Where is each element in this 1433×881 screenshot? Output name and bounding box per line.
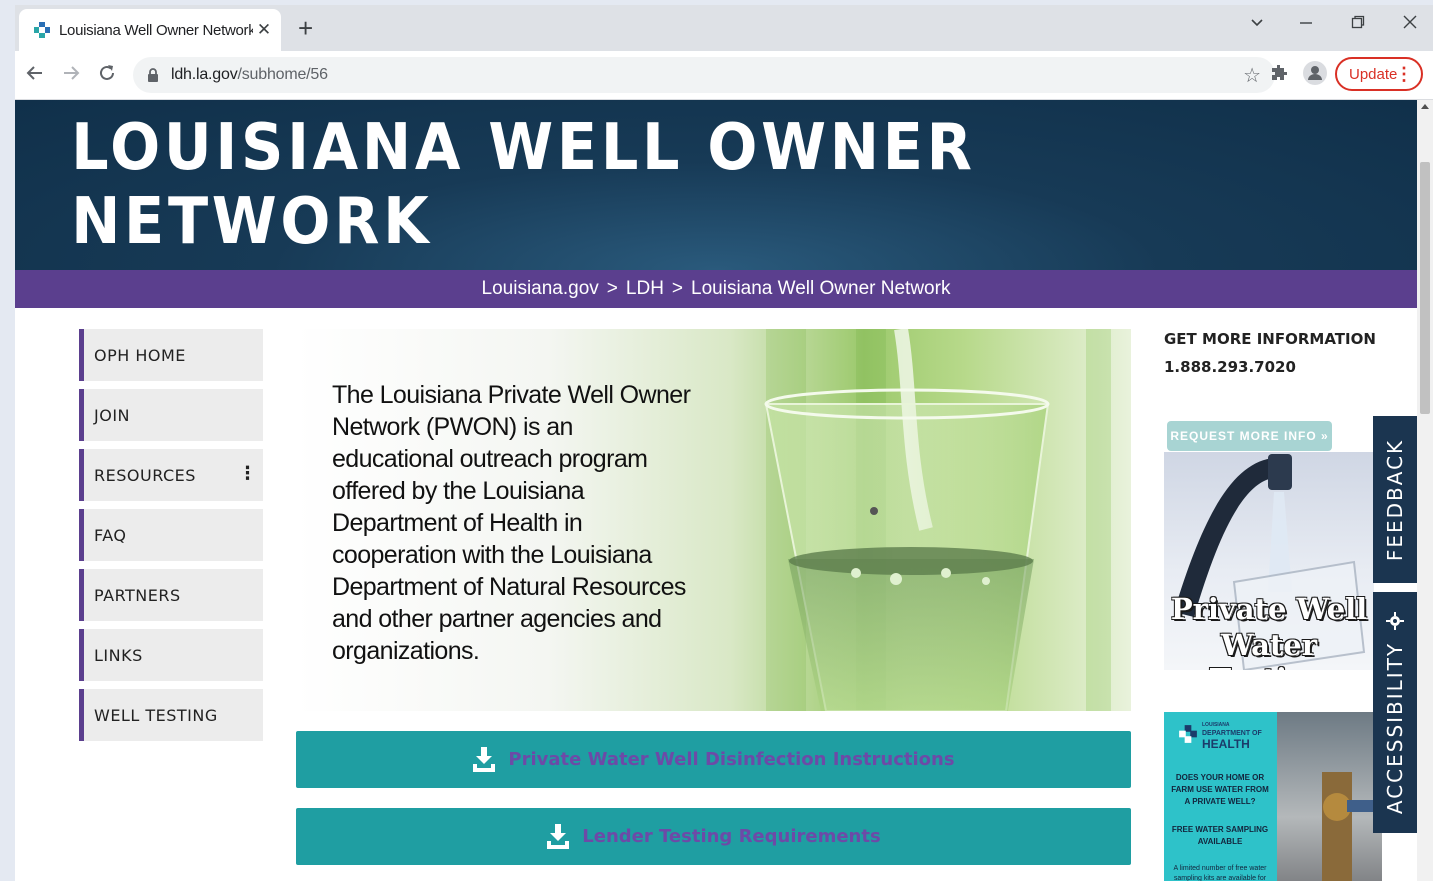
scrollbar-thumb[interactable]	[1420, 162, 1430, 414]
nav-label: JOIN	[94, 405, 130, 425]
update-label: Update	[1349, 65, 1398, 83]
tab-strip: Louisiana Well Owner Network | ✕ +	[15, 5, 1433, 51]
flyer-question: DOES YOUR HOME OR FARM USE WATER FROM A …	[1171, 773, 1269, 806]
address-bar[interactable]: ldh.la.gov/subhome/56 ☆	[133, 57, 1275, 93]
ldh-free-sampling-flyer[interactable]: LOUISIANA DEPARTMENT OF HEALTH DOES YOUR…	[1164, 712, 1382, 881]
minimize-icon[interactable]	[1299, 13, 1313, 34]
browser-tab[interactable]: Louisiana Well Owner Network | ✕	[19, 9, 281, 51]
nav-well-testing[interactable]: WELL TESTING	[79, 689, 263, 741]
feature-description: The Louisiana Private Well Owner Network…	[332, 381, 691, 665]
scroll-up-arrow-icon[interactable]	[1421, 104, 1429, 109]
new-tab-icon[interactable]: +	[298, 14, 313, 42]
accessibility-label: ACCESSIBILITY	[1383, 641, 1407, 814]
more-menu-icon: ⋮	[1395, 64, 1413, 84]
feature-banner: The Louisiana Private Well Owner Network…	[296, 329, 1131, 711]
nav-label: OPH HOME	[94, 345, 186, 365]
info-block: GET MORE INFORMATION 1.888.293.7020	[1164, 330, 1376, 386]
url-path: /subhome/56	[237, 66, 329, 83]
info-phone[interactable]: 1.888.293.7020	[1164, 358, 1376, 376]
flyer-fine-print: A limited number of free water sampling …	[1173, 865, 1267, 881]
update-button[interactable]: Update ⋮	[1335, 57, 1423, 91]
url-domain: ldh.la.gov	[171, 66, 238, 83]
breadcrumb-louisiana-gov[interactable]: Louisiana.gov	[482, 278, 599, 300]
close-window-icon[interactable]	[1403, 13, 1417, 34]
nav-label: PARTNERS	[94, 585, 181, 605]
restore-icon[interactable]	[1351, 13, 1365, 34]
spigot-photo	[1277, 712, 1382, 881]
gear-icon	[1386, 612, 1404, 630]
url-text: ldh.la.gov/subhome/56	[171, 66, 328, 84]
breadcrumb-separator: >	[606, 278, 618, 299]
tab-search-icon[interactable]	[1250, 13, 1264, 34]
spigot-image	[1322, 772, 1382, 881]
forward-icon[interactable]	[61, 63, 81, 88]
nav-label: FAQ	[94, 525, 127, 545]
info-heading: GET MORE INFORMATION	[1164, 330, 1376, 348]
extensions-icon[interactable]	[1269, 63, 1289, 88]
private-well-testing-promo[interactable]: Private Well Water Testing	[1164, 452, 1374, 670]
download-lender-testing-button[interactable]: Lender Testing Requirements	[296, 808, 1131, 865]
page-scrollbar[interactable]	[1417, 100, 1433, 881]
nav-resources[interactable]: RESOURCES ⋮	[79, 449, 263, 501]
feedback-label: FEEDBACK	[1383, 438, 1407, 561]
sidebar-nav: OPH HOME JOIN RESOURCES ⋮ FAQ PARTNERS LI…	[79, 329, 263, 749]
logo-line-3: HEALTH	[1202, 737, 1250, 751]
breadcrumb-ldh[interactable]: LDH	[626, 278, 664, 300]
ldh-favicon	[33, 21, 51, 39]
nav-faq[interactable]: FAQ	[79, 509, 263, 561]
breadcrumb-separator: >	[671, 278, 684, 299]
download-icon	[472, 746, 496, 773]
flyer-logo-text: LOUISIANA DEPARTMENT OF HEALTH	[1202, 722, 1274, 751]
accessibility-tab[interactable]: ACCESSIBILITY	[1373, 592, 1417, 833]
nav-partners[interactable]: PARTNERS	[79, 569, 263, 621]
nav-label: WELL TESTING	[94, 705, 218, 725]
lock-icon[interactable]	[147, 68, 163, 82]
nav-label: LINKS	[94, 645, 143, 665]
breadcrumb-current: Louisiana Well Owner Network	[691, 278, 951, 299]
site-title: LOUISIANA WELL OWNER NETWORK	[71, 111, 976, 259]
nav-label: RESOURCES	[94, 465, 196, 485]
download-label: Lender Testing Requirements	[582, 826, 881, 847]
logo-line-1: LOUISIANA	[1202, 722, 1230, 728]
flyer-text-panel: LOUISIANA DEPARTMENT OF HEALTH DOES YOUR…	[1164, 712, 1277, 881]
nav-links[interactable]: LINKS	[79, 629, 263, 681]
profile-avatar-icon[interactable]	[1303, 61, 1327, 90]
submenu-dots-icon[interactable]: ⋮	[239, 463, 258, 484]
nav-join[interactable]: JOIN	[79, 389, 263, 441]
page-viewport: LOUISIANA WELL OWNER NETWORK Louisiana.g…	[15, 100, 1433, 881]
browser-toolbar: ldh.la.gov/subhome/56 ☆ Update ⋮	[15, 51, 1433, 100]
download-label: Private Water Well Disinfection Instruct…	[508, 749, 955, 770]
breadcrumb: Louisiana.gov > LDH > Louisiana Well Own…	[15, 270, 1417, 308]
feedback-tab[interactable]: FEEDBACK	[1373, 416, 1417, 583]
request-more-info-button[interactable]: REQUEST MORE INFO »	[1167, 421, 1332, 451]
bookmark-star-icon[interactable]: ☆	[1243, 63, 1261, 88]
download-disinfection-button[interactable]: Private Water Well Disinfection Instruct…	[296, 731, 1131, 788]
reload-icon[interactable]	[97, 63, 117, 88]
site-header: LOUISIANA WELL OWNER NETWORK	[15, 100, 1417, 270]
tab-title: Louisiana Well Owner Network |	[59, 21, 253, 39]
back-icon[interactable]	[25, 63, 45, 88]
close-tab-icon[interactable]: ✕	[253, 20, 275, 40]
ldh-logo-icon	[1179, 725, 1197, 743]
promo-line-2: Water Testing	[1210, 628, 1329, 670]
promo-line-1: Private Well	[1170, 592, 1368, 626]
nav-oph-home[interactable]: OPH HOME	[79, 329, 263, 381]
download-icon	[546, 823, 570, 850]
flyer-free-sampling: FREE WATER SAMPLING AVAILABLE	[1171, 825, 1269, 846]
